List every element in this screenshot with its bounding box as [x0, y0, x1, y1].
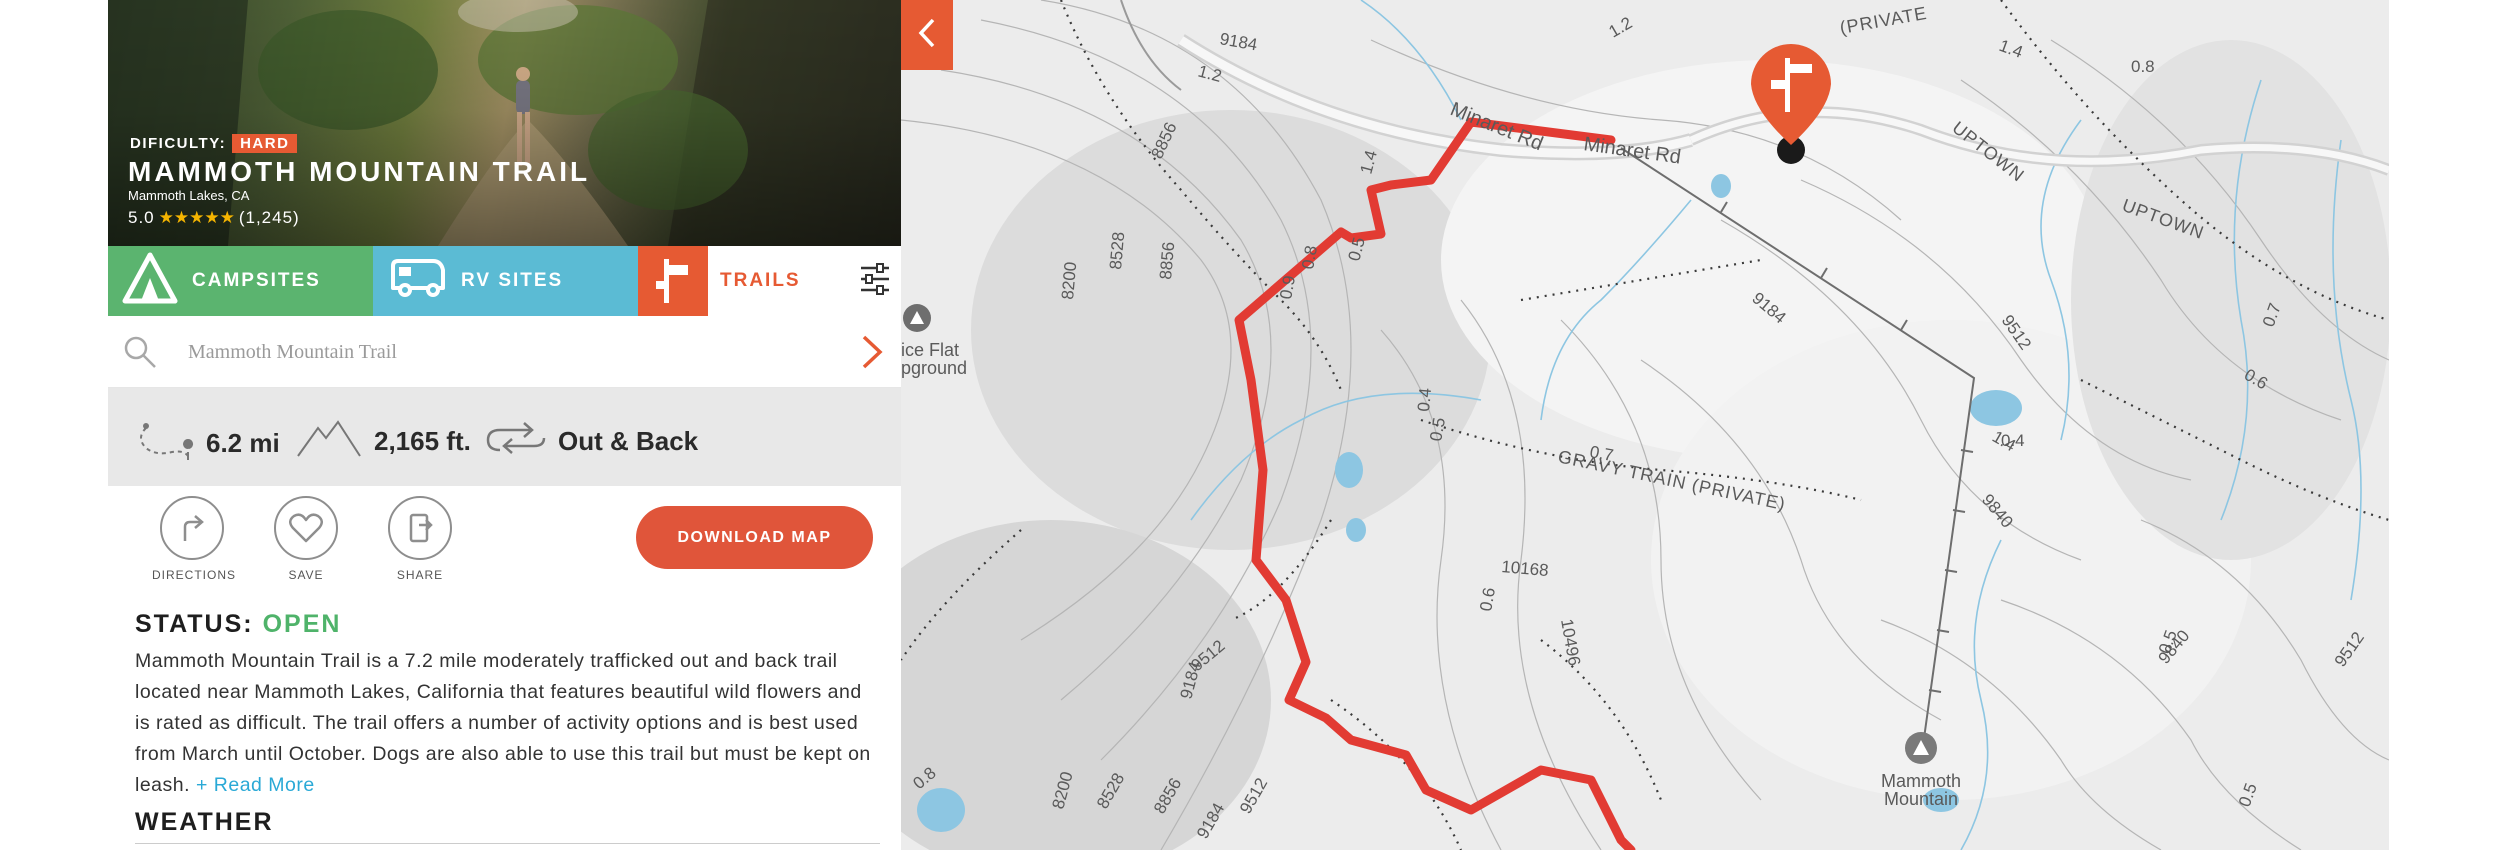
route-distance-icon: [138, 418, 206, 469]
share-icon: [388, 496, 452, 560]
distance-label: 0.8: [2131, 57, 2155, 76]
tab-trails-label: TRAILS: [720, 270, 801, 291]
tent-icon: [122, 252, 178, 310]
distance-label: 0.9: [1276, 274, 1299, 301]
contour-label: 8200: [1058, 261, 1080, 300]
distance-label: 1.4: [1997, 36, 2026, 62]
search-icon: [122, 334, 158, 375]
distance-label: 0.5: [1426, 416, 1449, 443]
difficulty-row: DIFICULTY: HARD: [130, 134, 298, 153]
save-label: SAVE: [288, 568, 324, 582]
out-and-back-icon: [486, 418, 558, 465]
summit-label-line1: Mammoth: [1881, 771, 1961, 791]
weather-divider: [135, 843, 880, 844]
distance-label: 0.4: [1414, 387, 1435, 412]
trail-detail-panel: DIFICULTY: HARD MAMMOTH MOUNTAIN TRAIL Ma…: [108, 0, 901, 850]
read-more-link[interactable]: + Read More: [196, 774, 315, 796]
distance-label: 0.5: [2235, 781, 2261, 810]
tab-trails[interactable]: TRAILS: [638, 246, 848, 316]
trail-search-bar: [108, 316, 901, 388]
campground-label-line2: pground: [901, 358, 967, 378]
stat-route-type: Out & Back: [486, 418, 698, 465]
contour-label: 9512: [2331, 628, 2368, 670]
trail-stats: 6.2 mi 2,165 ft. Out & Back: [108, 388, 901, 486]
trail-description: Mammoth Mountain Trail is a 7.2 mile mod…: [135, 646, 880, 801]
trail-hero-photo: DIFICULTY: HARD MAMMOTH MOUNTAIN TRAIL Ma…: [108, 0, 901, 246]
weather-heading: WEATHER: [135, 808, 274, 836]
distance-label: 0.6: [1476, 586, 1499, 613]
collapse-panel-button[interactable]: [901, 0, 953, 70]
contour-label: 8528: [1106, 231, 1128, 270]
distance-label: 1.2: [1606, 13, 1636, 41]
tab-campsites[interactable]: CAMPSITES: [108, 246, 373, 316]
rv-icon: [389, 258, 447, 304]
elevation-icon: [296, 418, 374, 465]
trail-location: Mammoth Lakes, CA: [128, 188, 250, 203]
sliders-icon: [860, 262, 890, 301]
contour-label: 8856: [1156, 241, 1178, 280]
difficulty-badge: HARD: [232, 134, 298, 153]
difficulty-label: DIFICULTY:: [130, 135, 227, 152]
stat-elevation-value: 2,165 ft.: [374, 426, 471, 456]
area-label-private: (PRIVATE: [1838, 3, 1928, 38]
contour-label: 10496: [1557, 617, 1584, 667]
stat-distance-value: 6.2 mi: [206, 428, 280, 458]
chevron-right-icon[interactable]: [860, 334, 884, 375]
save-button[interactable]: SAVE: [266, 496, 346, 582]
rating-count: (1,245): [238, 208, 300, 227]
tab-rv-sites[interactable]: RV SITES: [373, 246, 638, 316]
campground-label-line1: ice Flat: [901, 340, 959, 360]
directions-label: DIRECTIONS: [152, 568, 237, 582]
stat-route-type-value: Out & Back: [558, 426, 699, 456]
distance-label: 0.8: [1298, 244, 1321, 271]
directions-icon: [160, 496, 224, 560]
status-label: STATUS:: [135, 610, 254, 638]
summit-label-line2: Mountain: [1884, 789, 1958, 809]
share-button[interactable]: SHARE: [380, 496, 460, 582]
trail-title: MAMMOTH MOUNTAIN TRAIL: [128, 156, 591, 187]
rating-value: 5.0: [128, 208, 155, 227]
status-value: OPEN: [262, 610, 342, 638]
trail-status: STATUS: OPEN: [135, 610, 341, 639]
contour-label: 9184: [1218, 29, 1259, 54]
stat-distance: 6.2 mi: [138, 418, 280, 469]
contour-label: 10168: [1501, 557, 1550, 580]
trail-actions: DIRECTIONS SAVE SHARE DOWNLOAD MAP: [108, 486, 901, 586]
map-canvas[interactable]: Mammoth Mountain ice Flat pground Minare…: [901, 0, 2389, 850]
rating-row: 5.0 ★★★★★ (1,245): [128, 208, 300, 228]
filter-button[interactable]: [848, 246, 901, 316]
topographic-map[interactable]: Mammoth Mountain ice Flat pground Minare…: [901, 0, 2389, 850]
directions-button[interactable]: DIRECTIONS: [152, 496, 237, 582]
stat-elevation: 2,165 ft.: [296, 418, 471, 465]
campground-marker[interactable]: [903, 304, 931, 332]
share-label: SHARE: [396, 568, 444, 582]
rating-stars: ★★★★★: [158, 208, 235, 227]
download-map-button[interactable]: DOWNLOAD MAP: [636, 506, 873, 569]
trail-sign-icon: [638, 246, 708, 316]
tab-rv-sites-label: RV SITES: [461, 270, 564, 291]
tab-campsites-label: CAMPSITES: [192, 270, 321, 291]
chevron-left-icon: [917, 17, 937, 54]
distance-label: 0.7: [1588, 442, 1615, 465]
heart-icon: [274, 496, 338, 560]
search-input[interactable]: [188, 332, 808, 372]
summit-marker[interactable]: [1905, 732, 1937, 764]
category-tabs: CAMPSITES RV SITES TRAILS: [108, 246, 901, 316]
